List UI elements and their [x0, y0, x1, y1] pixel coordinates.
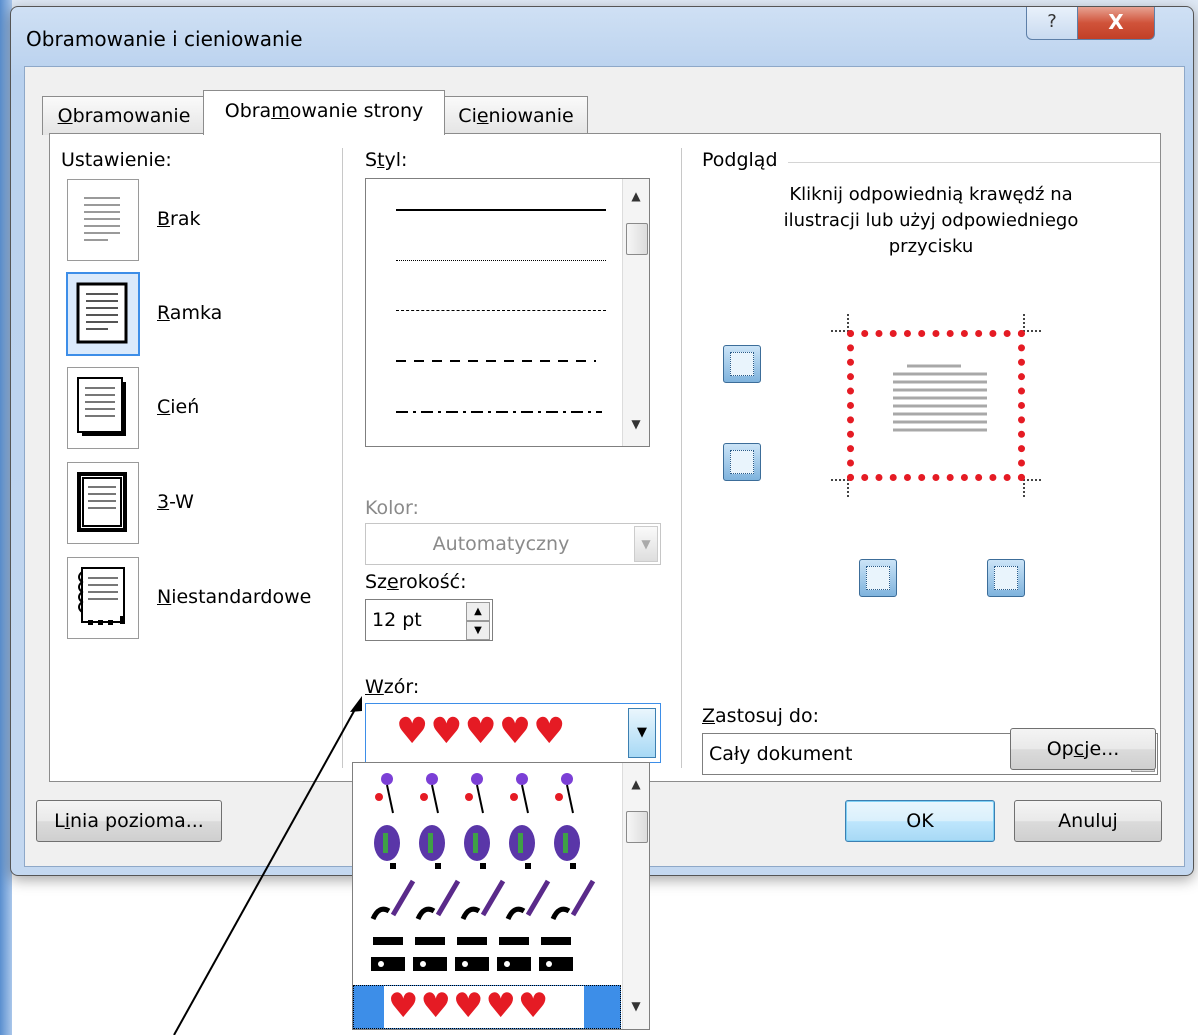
- annotation-arrow-icon: [173, 696, 362, 1035]
